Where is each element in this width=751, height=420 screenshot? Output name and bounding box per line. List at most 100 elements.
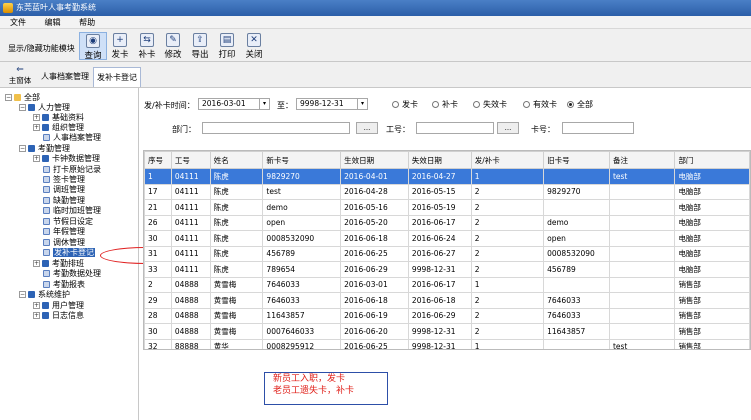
empno-input[interactable]	[416, 122, 494, 134]
close-button[interactable]: ✕ 关闭	[240, 32, 268, 60]
menu-edit[interactable]: 编辑	[35, 16, 67, 29]
table-row[interactable]: 30 04888 黄雪梅 0007646033 2016-06-20 9998-12-31…	[144, 323, 750, 340]
tab-personnel-records[interactable]: 人事档案管理	[38, 67, 92, 87]
table-row[interactable]: 26 04111 陈虎 open 2016-05-20 2016-06-17 2 demo 电脑…	[144, 214, 750, 231]
tree-node-clock-data[interactable]: + 卡钟数据管理	[33, 154, 100, 164]
radio-reissue[interactable]: 补卡	[432, 99, 458, 110]
edit-button[interactable]: ✎ 修改	[159, 32, 187, 60]
table-row[interactable]: 30 04111 陈虎 0008532090 2016-06-18 2016-06-24 2…	[144, 230, 750, 247]
column-header[interactable]: 失效日期	[407, 151, 472, 169]
expand-icon[interactable]: +	[33, 114, 40, 121]
table-row[interactable]: 32 88888 黄华 0008295912 2016-06-25 9998-12-31 1…	[144, 338, 750, 349]
collapse-icon[interactable]: −	[19, 291, 26, 298]
menu-file[interactable]: 文件	[0, 16, 32, 29]
table-cell: 9829270	[262, 168, 342, 185]
column-header[interactable]: 发/补卡	[470, 151, 545, 169]
table-row[interactable]: 28 04888 黄雪梅 11643857 2016-06-19 2016-06-29 2 7…	[144, 307, 750, 324]
table-cell: 1	[470, 338, 545, 349]
tree-node-personnel[interactable]: 人事档案管理	[43, 133, 101, 143]
table-cell	[608, 183, 676, 200]
export-icon: ⇪	[193, 33, 207, 47]
table-cell: 电脑部	[674, 168, 750, 185]
tree-node-overtime[interactable]: 临时加班管理	[43, 206, 101, 216]
collapse-icon[interactable]: −	[5, 94, 12, 101]
column-header[interactable]: 序号	[144, 151, 172, 169]
collapse-icon[interactable]: −	[19, 104, 26, 111]
calendar-dropdown-icon[interactable]: ▾	[357, 99, 367, 109]
tree-node-hr[interactable]: − 人力管理	[19, 103, 70, 113]
tree-node-org[interactable]: + 组织管理	[33, 123, 84, 133]
export-button[interactable]: ⇪ 导出	[186, 32, 214, 60]
tree-node-reports[interactable]: 考勤报表	[43, 280, 85, 290]
expand-icon[interactable]: +	[33, 260, 40, 267]
tree-node-holidays[interactable]: 节假日设定	[43, 217, 93, 227]
column-header[interactable]: 备注	[608, 151, 676, 169]
column-header[interactable]: 旧卡号	[543, 151, 610, 169]
table-cell	[608, 292, 676, 309]
home-button[interactable]: ⇐ 主窗体	[7, 65, 33, 87]
form-icon	[43, 186, 50, 193]
table-row[interactable]: 17 04111 陈虎 test 2016-04-28 2016-05-15 2 982927…	[144, 183, 750, 200]
table-cell: 电脑部	[674, 230, 750, 247]
expand-icon[interactable]: +	[33, 302, 40, 309]
query-button[interactable]: ◉ 查询	[79, 32, 107, 61]
tree-node-logs[interactable]: + 日志信息	[33, 311, 84, 321]
table-row[interactable]: 21 04111 陈虎 demo 2016-05-16 2016-05-19 2 电脑部	[144, 199, 750, 216]
table-row[interactable]: 31 04111 陈虎 456789 2016-06-25 2016-06-27 2 0008…	[144, 245, 750, 262]
date-to-picker[interactable]: 9998-12-31 ▾	[296, 98, 368, 110]
dept-browse-button[interactable]: ...	[356, 122, 378, 134]
calendar-dropdown-icon[interactable]: ▾	[259, 99, 269, 109]
radio-issue[interactable]: 发卡	[392, 99, 418, 110]
table-cell: 2016-06-29	[340, 261, 409, 278]
column-header[interactable]: 工号	[170, 151, 211, 169]
table-cell: 2	[470, 307, 545, 324]
column-header[interactable]: 部门	[674, 151, 750, 169]
table-cell: 1	[470, 168, 545, 185]
tree-node-raw-punch[interactable]: 打卡原始记录	[43, 165, 101, 175]
date-from-picker[interactable]: 2016-03-01 ▾	[198, 98, 270, 110]
table-cell: 陈虎	[209, 199, 264, 216]
tree-node-data-processing[interactable]: 考勤数据处理	[43, 269, 101, 279]
expand-icon[interactable]: +	[33, 312, 40, 319]
tree-node-attendance[interactable]: − 考勤管理	[19, 144, 70, 154]
table-row[interactable]: 29 04888 黄雪梅 7646033 2016-06-18 2016-06-18 2 76…	[144, 292, 750, 309]
card-input[interactable]	[562, 122, 634, 134]
column-header[interactable]: 生效日期	[340, 151, 409, 169]
table-cell: 陈虎	[209, 214, 264, 231]
table-cell: open	[262, 214, 342, 231]
table-cell: 2016-03-01	[340, 276, 409, 293]
empno-browse-button[interactable]: ...	[497, 122, 519, 134]
tree-node-sign-card[interactable]: 签卡管理	[43, 175, 85, 185]
radio-valid[interactable]: 有效卡	[523, 99, 557, 110]
tree-node-card-registration[interactable]: 发补卡登记	[43, 248, 95, 258]
expand-icon[interactable]: +	[33, 155, 40, 162]
table-row[interactable]: 2 04888 黄雪梅 7646033 2016-03-01 2016-06-17 1 销售部	[144, 276, 750, 293]
table-row[interactable]: 1 04111 陈虎 9829270 2016-04-01 2016-04-27 1 test…	[144, 168, 750, 185]
collapse-icon[interactable]: −	[19, 145, 26, 152]
tree-node-annual-leave[interactable]: 年假管理	[43, 227, 85, 237]
tree-node-root[interactable]: − 全部	[5, 93, 40, 103]
table-cell: 2016-04-27	[407, 168, 472, 185]
table-row[interactable]: 33 04111 陈虎 789654 2016-06-29 9998-12-31 2 4567…	[144, 261, 750, 278]
tab-card-registration[interactable]: 发补卡登记	[93, 67, 141, 87]
menu-help[interactable]: 帮助	[69, 16, 101, 29]
column-header[interactable]: 姓名	[209, 151, 264, 169]
tree-node-schedule[interactable]: + 考勤排班	[33, 259, 84, 269]
issue-card-button[interactable]: + 发卡	[106, 32, 134, 60]
column-header[interactable]: 新卡号	[262, 151, 342, 169]
print-button[interactable]: ▤ 打印	[213, 32, 241, 60]
radio-invalid[interactable]: 失效卡	[473, 99, 507, 110]
table-cell	[608, 276, 676, 293]
dept-input[interactable]	[202, 122, 350, 134]
tree-node-shift-change[interactable]: 调班管理	[43, 185, 85, 195]
reissue-card-button[interactable]: ⇆ 补卡	[133, 32, 161, 60]
tree-node-comp-leave[interactable]: 调休管理	[43, 238, 85, 248]
tree-node-basic-data[interactable]: + 基础资料	[33, 113, 84, 123]
expand-icon[interactable]: +	[33, 124, 40, 131]
toggle-modules-button[interactable]: 显示/隐藏功能模块	[8, 43, 75, 54]
window-title-bar: 东莞蓝叶人事考勤系统	[0, 0, 751, 16]
tree-node-absence[interactable]: 缺勤管理	[43, 196, 85, 206]
radio-all[interactable]: 全部	[567, 99, 593, 110]
tree-node-users[interactable]: + 用户管理	[33, 301, 84, 311]
tree-node-system[interactable]: − 系统维护	[19, 290, 70, 300]
